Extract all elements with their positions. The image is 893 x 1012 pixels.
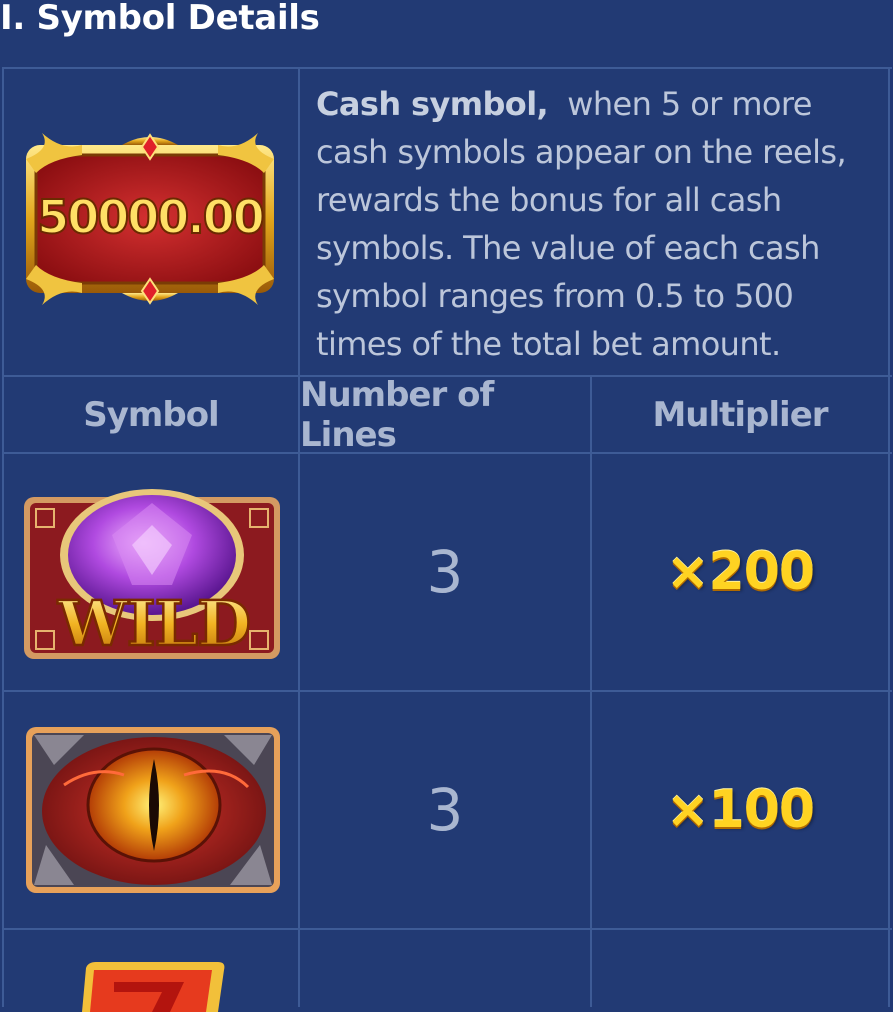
- section-title: I. Symbol Details: [0, 0, 320, 38]
- wild-symbol-text: WILD: [57, 587, 250, 660]
- grid-line: [2, 928, 892, 930]
- lines-value: 3: [426, 538, 464, 606]
- multiplier-value: ×100: [665, 780, 815, 840]
- cash-symbol-description: Cash symbol, when 5 or more cash symbols…: [316, 80, 876, 368]
- header-multiplier: Multiplier: [652, 394, 828, 435]
- grid-line: [2, 67, 4, 1007]
- wild-symbol-icon: WILD: [22, 485, 282, 661]
- dragon-eye-symbol-icon: [24, 725, 282, 895]
- grid-line: [888, 67, 890, 1007]
- red-seven-symbol-icon: [78, 962, 228, 1012]
- lines-value: 3: [426, 776, 464, 844]
- grid-line: [2, 67, 892, 69]
- cash-symbol-icon: 50000.00: [22, 129, 278, 309]
- cash-symbol-title: Cash symbol,: [316, 85, 549, 123]
- header-number-of-lines: Number of Lines: [300, 374, 494, 455]
- cash-symbol-text: when 5 or more cash symbols appear on th…: [316, 85, 847, 363]
- cash-symbol-value: 50000.00: [37, 190, 263, 244]
- multiplier-value: ×200: [665, 542, 815, 602]
- header-symbol: Symbol: [83, 394, 219, 435]
